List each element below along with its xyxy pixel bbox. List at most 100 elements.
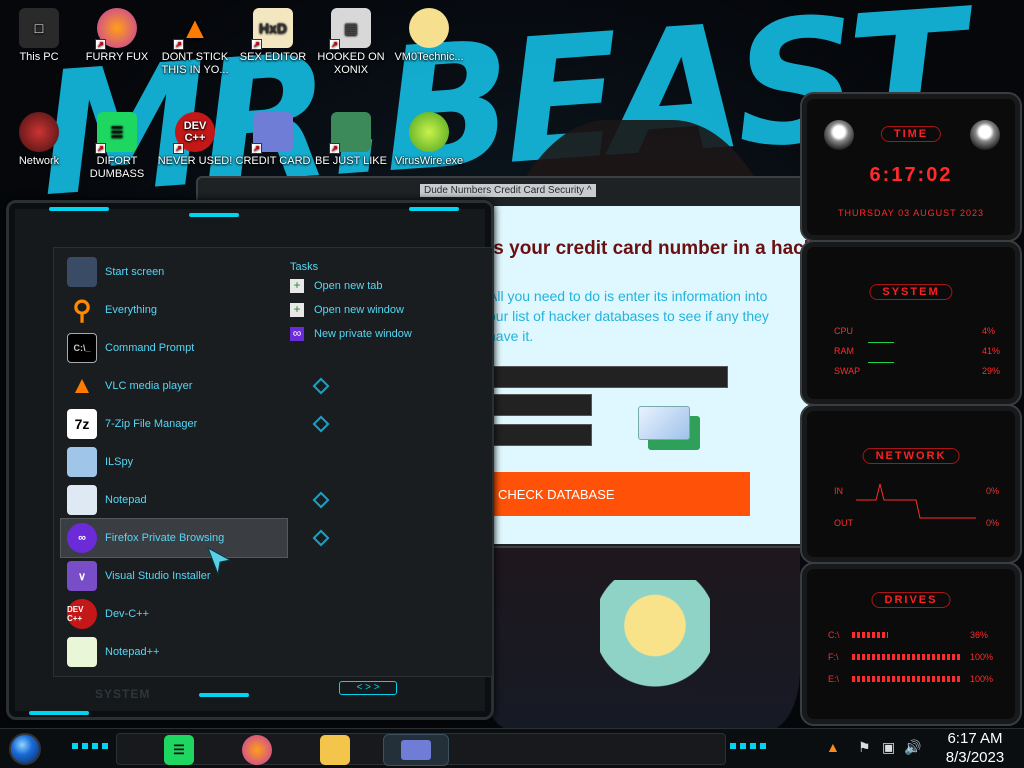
- desktop-icon-vm0technic[interactable]: VM0Technic...: [390, 8, 468, 64]
- private-browsing-icon: ∞: [67, 523, 97, 553]
- magnifier-icon: ⚲: [72, 294, 92, 325]
- clock-time: 6:17 AM: [947, 730, 1003, 747]
- cartoon-character-icon: [409, 8, 449, 48]
- drive-c-label: C:\: [828, 630, 840, 640]
- ram-graph: [868, 342, 894, 343]
- visual-studio-icon: ∨: [67, 561, 97, 591]
- drive-c-bar: [852, 632, 888, 638]
- system-widget: SYSTEM CPU 4% RAM 41% SWAP 29%: [800, 240, 1022, 406]
- cpu-label: CPU: [834, 326, 854, 336]
- tasks-heading: Tasks: [290, 261, 319, 273]
- menu-item-devcpp[interactable]: DEV C++ Dev-C++: [61, 595, 287, 633]
- desktop-icon-furry-fux[interactable]: ↗ FURRY FUX: [78, 8, 156, 64]
- task-open-new-tab[interactable]: + Open new tab: [290, 275, 412, 297]
- drive-f-label: F:\: [828, 652, 839, 662]
- net-out-label: OUT: [834, 518, 853, 528]
- window-title: Dude Numbers Credit Card Security ^: [420, 184, 596, 197]
- alien-logo-icon: [970, 120, 1000, 150]
- desktop-icon-dont-stick[interactable]: ▲ ↗ DONT STICK THIS IN YO...: [156, 8, 234, 77]
- desktop-icon-be-just-like[interactable]: ↗ BE JUST LIKE: [312, 112, 390, 168]
- menu-item-7zip[interactable]: 7z 7-Zip File Manager: [61, 405, 330, 443]
- xonix-game-icon: ▦ ↗: [329, 8, 371, 50]
- wallpaper-character: [600, 580, 710, 710]
- clock-date: 8/3/2023: [945, 749, 1005, 766]
- net-in-value: 0%: [986, 486, 1000, 496]
- drive-e-value: 100%: [970, 674, 994, 684]
- menu-item-ilspy[interactable]: ILSpy: [61, 443, 287, 481]
- task-open-new-window[interactable]: + Open new window: [290, 299, 412, 321]
- start-screen-icon: [67, 257, 97, 287]
- drive-e-bar: [852, 676, 962, 682]
- page-heading: Is your credit card number in a hacker's…: [494, 238, 814, 259]
- network-icon: [19, 112, 59, 152]
- desktop-icon-network[interactable]: Network: [0, 112, 78, 168]
- web-page: Is your credit card number in a hacker's…: [494, 206, 814, 544]
- notes-app-icon: ☰ ↗: [95, 112, 137, 154]
- menu-item-start-screen[interactable]: Start screen: [61, 253, 287, 291]
- drive-f-bar: [852, 654, 962, 660]
- swap-value: 29%: [982, 366, 1001, 376]
- start-menu-nav-arrows[interactable]: < > >: [339, 681, 397, 695]
- desktop-icon-hooked-on-xonix[interactable]: ▦ ↗ HOOKED ON XONIX: [312, 8, 390, 77]
- desktop-icon-this-pc[interactable]: □ This PC: [0, 8, 78, 64]
- time-value: 6:17:02: [869, 164, 953, 186]
- start-button[interactable]: [9, 733, 41, 765]
- jump-list-tasks: Tasks + Open new tab + Open new window ∞…: [290, 261, 412, 345]
- cpu-value: 4%: [982, 326, 996, 336]
- check-database-button[interactable]: CHECK DATABASE: [494, 472, 750, 516]
- notes-app-icon[interactable]: ☰: [164, 735, 194, 765]
- private-browsing-icon: ∞: [290, 327, 304, 341]
- menu-item-notepad[interactable]: Notepad: [61, 481, 330, 519]
- tray-app-icon[interactable]: ▲: [826, 739, 840, 755]
- system-label: SYSTEM: [95, 687, 151, 701]
- ram-value: 41%: [982, 346, 1001, 356]
- net-out-value: 0%: [986, 518, 1000, 528]
- menu-item-command-prompt[interactable]: C:\_ Command Prompt: [61, 329, 287, 367]
- network-graph: [856, 483, 976, 519]
- menu-item-vs-installer[interactable]: ∨ Visual Studio Installer: [61, 557, 287, 595]
- drive-c-value: 36%: [970, 630, 989, 640]
- swap-graph: [868, 362, 894, 363]
- swap-label: SWAP: [834, 366, 861, 376]
- alien-logo-icon: [824, 120, 854, 150]
- start-menu: Start screen ⚲ Everything C:\_ Command P…: [6, 200, 494, 720]
- network-title: NETWORK: [862, 448, 960, 464]
- notepad-icon: [67, 485, 97, 515]
- program-list: Start screen ⚲ Everything C:\_ Command P…: [60, 253, 330, 671]
- menu-item-firefox-private[interactable]: ∞ Firefox Private Browsing: [60, 518, 330, 558]
- drives-widget: DRIVES C:\ 36% F:\ 100% E:\ 100%: [800, 562, 1022, 726]
- credit-card-app-icon[interactable]: [383, 734, 449, 766]
- system-title: SYSTEM: [869, 284, 953, 300]
- taskbar-clock[interactable]: 6:17 AM 8/3/2023: [934, 729, 1016, 767]
- devcpp-icon: DEV C++ ↗: [173, 112, 215, 154]
- menu-item-everything[interactable]: ⚲ Everything: [61, 291, 287, 329]
- terminal-icon: C:\_: [67, 333, 97, 363]
- volume-icon[interactable]: 🔊: [904, 739, 921, 756]
- vlc-cone-icon: ▲: [70, 372, 94, 399]
- desktop-icon-never-used[interactable]: DEV C++ ↗ NEVER USED!: [156, 112, 234, 168]
- card-number-input[interactable]: [494, 366, 728, 388]
- computer-icon: □: [19, 8, 59, 48]
- credit-card-app-icon: ↗: [251, 112, 293, 154]
- desktop-icon-viruswire[interactable]: VirusWire.exe: [390, 112, 468, 168]
- file-explorer-icon[interactable]: [320, 735, 350, 765]
- time-widget: TIME 6:17:02 THURSDAY 03 AUGUST 2023: [800, 92, 1022, 242]
- plus-icon: +: [290, 279, 304, 293]
- ilspy-icon: [67, 447, 97, 477]
- desktop-icon-credit-card[interactable]: ↗ CREDIT CARD: [234, 112, 312, 168]
- firefox-icon[interactable]: [242, 735, 272, 765]
- desktop-icon-difort-dumbass[interactable]: ☰ ↗ DIFORT DUMBASS: [78, 112, 156, 181]
- menu-item-vlc[interactable]: ▲ VLC media player: [61, 367, 330, 405]
- network-tray-icon[interactable]: ▣: [882, 739, 895, 756]
- vlc-cone-icon: ▲ ↗: [173, 8, 215, 50]
- expiry-input[interactable]: [494, 394, 592, 416]
- santa-character-icon: ↗: [329, 112, 371, 154]
- desktop-icon-sex-editor[interactable]: HxD ↗ SEX EDITOR: [234, 8, 312, 64]
- limewire-icon: [409, 112, 449, 152]
- task-new-private-window[interactable]: ∞ New private window: [290, 323, 412, 345]
- notepadpp-icon: [67, 637, 97, 667]
- page-description: All you need to do is enter its informat…: [494, 288, 769, 344]
- flag-icon[interactable]: ⚑: [858, 739, 871, 756]
- cvv-input[interactable]: [494, 424, 592, 446]
- menu-item-notepadpp[interactable]: Notepad++: [61, 633, 287, 671]
